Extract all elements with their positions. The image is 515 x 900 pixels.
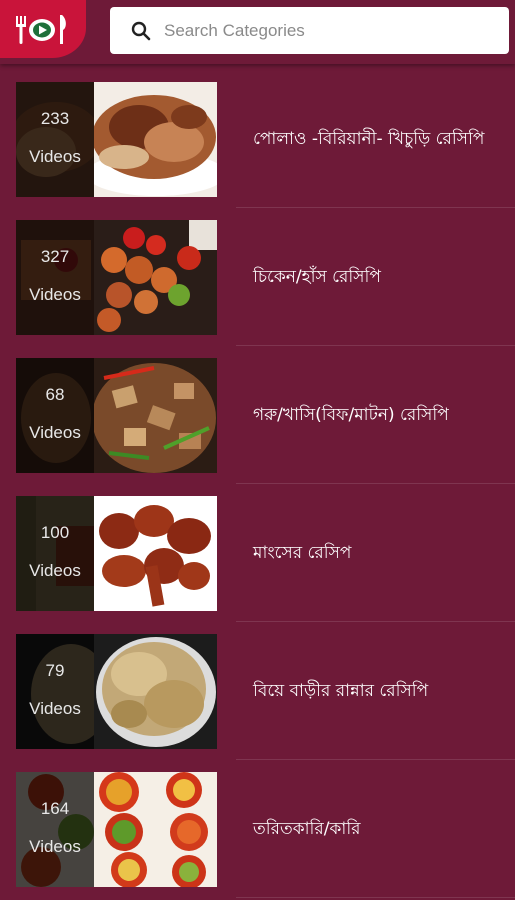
- category-thumbnail[interactable]: 327 Videos: [16, 220, 217, 335]
- category-thumbnail[interactable]: 100 Videos: [16, 496, 217, 611]
- video-count-badge: 68 Videos: [16, 358, 94, 473]
- category-title: মাংসের রেসিপ: [253, 543, 352, 563]
- category-title: গরু/খাসি(বিফ/মাটন) রেসিপি: [253, 405, 449, 425]
- category-item-meat[interactable]: 100 Videos মাংসের রেসিপ: [0, 484, 515, 622]
- video-count-label: Videos: [29, 285, 81, 304]
- category-thumbnail[interactable]: 164 Videos: [16, 772, 217, 887]
- video-count-label: Videos: [29, 147, 81, 166]
- video-count-badge: 164 Videos: [16, 772, 94, 887]
- video-count: 327: [40, 247, 70, 266]
- video-count-badge: 100 Videos: [16, 496, 94, 611]
- video-count-badge: 79 Videos: [16, 634, 94, 749]
- category-item-curry[interactable]: 164 Videos তরিতকারি/কারি: [0, 760, 515, 898]
- category-item-chicken[interactable]: 327 Videos চিকেন/হাঁস রেসিপি: [0, 208, 515, 346]
- video-count: 164: [40, 799, 70, 818]
- category-item-polao-biriyani[interactable]: 233 Videos পোলাও -বিরিয়ানী- খিচুড়ি রেস…: [0, 70, 515, 208]
- app-logo[interactable]: [0, 0, 86, 58]
- row-divider: [236, 897, 515, 898]
- video-count: 100: [40, 523, 70, 542]
- category-thumbnail[interactable]: 233 Videos: [16, 82, 217, 197]
- category-title: বিয়ে বাড়ীর রান্নার রেসিপি: [253, 681, 429, 701]
- video-count-badge: 233 Videos: [16, 82, 94, 197]
- video-count: 79: [45, 661, 65, 680]
- video-count: 233: [40, 109, 70, 128]
- video-count-label: Videos: [29, 837, 81, 856]
- video-count-label: Videos: [29, 423, 81, 442]
- video-count-label: Videos: [29, 561, 81, 580]
- category-item-beef-mutton[interactable]: 68 Videos গরু/খাসি(বিফ/মাটন) রেসিপি: [0, 346, 515, 484]
- video-count-label: Videos: [29, 699, 81, 718]
- category-list: 233 Videos পোলাও -বিরিয়ানী- খিচুড়ি রেস…: [0, 70, 515, 898]
- search-input[interactable]: [162, 15, 496, 47]
- video-count: 68: [45, 385, 65, 404]
- category-thumbnail[interactable]: 79 Videos: [16, 634, 217, 749]
- category-title: তরিতকারি/কারি: [253, 819, 361, 839]
- plate-fork-knife-play-icon: [16, 15, 66, 44]
- app-bar: [0, 0, 515, 64]
- category-thumbnail[interactable]: 68 Videos: [16, 358, 217, 473]
- video-count-badge: 327 Videos: [16, 220, 94, 335]
- search-bar[interactable]: [110, 7, 509, 54]
- category-title: পোলাও -বিরিয়ানী- খিচুড়ি রেসিপি: [253, 129, 485, 149]
- category-item-wedding-recipes[interactable]: 79 Videos বিয়ে বাড়ীর রান্নার রেসিপি: [0, 622, 515, 760]
- search-icon: [131, 21, 151, 41]
- category-title: চিকেন/হাঁস রেসিপি: [253, 267, 381, 287]
